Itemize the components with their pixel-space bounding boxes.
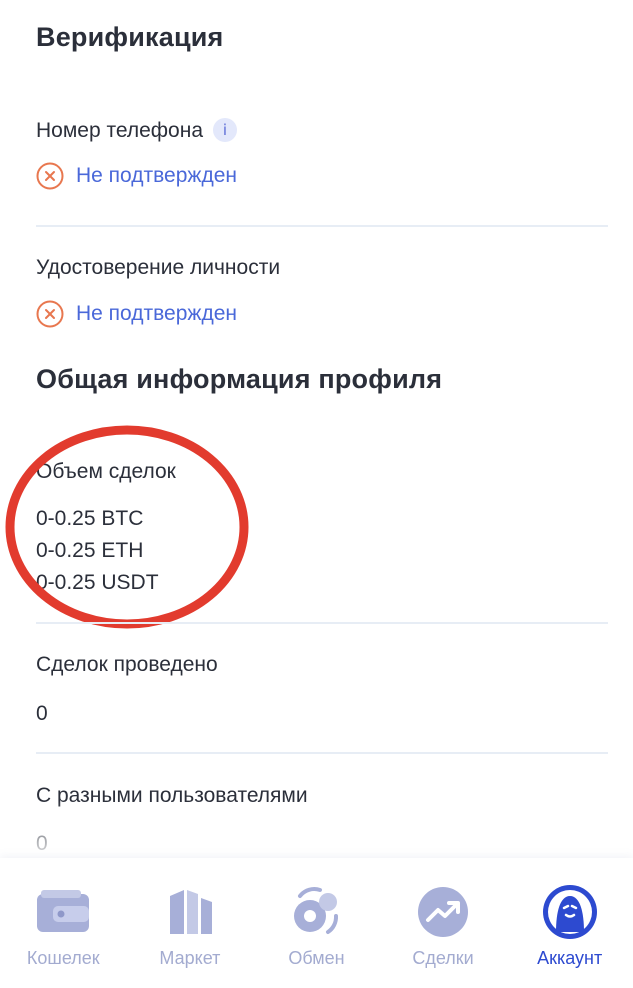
- profile-title: Общая информация профиля: [36, 364, 443, 394]
- bottom-tab-bar: Кошелек Маркет Обмен Сделки Аккаунт: [0, 858, 633, 988]
- avatar-icon: [542, 885, 597, 939]
- phone-status-link[interactable]: Не подтвержден: [76, 164, 237, 188]
- volume-value-usdt: 0-0.25 USDT: [36, 571, 159, 594]
- wallet-icon: [37, 890, 90, 932]
- tab-exchange-label: Обмен: [288, 948, 345, 968]
- tab-deals[interactable]: Сделки: [380, 858, 507, 988]
- deals-value: 0: [36, 702, 48, 725]
- volume-label: Объем сделок: [36, 460, 176, 483]
- tab-wallet[interactable]: Кошелек: [0, 858, 127, 988]
- tab-market-label: Маркет: [159, 948, 221, 968]
- identity-label: Удостоверение личности: [36, 256, 281, 279]
- volume-value-btc: 0-0.25 BTC: [36, 507, 144, 530]
- identity-status-link[interactable]: Не подтвержден: [76, 302, 237, 326]
- phone-label: Номер телефона: [36, 119, 204, 142]
- account-screen: Верификация Номер телефона i Не подтвержд…: [0, 0, 633, 858]
- phone-status[interactable]: Не подтвержден: [36, 162, 237, 190]
- tab-wallet-label: Кошелек: [26, 948, 100, 968]
- tab-account-label: Аккаунт: [537, 948, 603, 968]
- verification-title: Верификация: [36, 22, 224, 52]
- tab-deals-label: Сделки: [412, 948, 474, 968]
- deals-label: Сделок проведено: [36, 653, 218, 676]
- trend-icon: [418, 887, 469, 937]
- divider: [36, 622, 608, 624]
- divider: [36, 752, 608, 754]
- info-icon[interactable]: i: [213, 118, 238, 142]
- scroll-fade: [0, 800, 633, 858]
- tab-exchange[interactable]: Обмен: [253, 858, 380, 988]
- divider: [36, 225, 608, 227]
- identity-status[interactable]: Не подтвержден: [36, 300, 237, 328]
- market-icon: [169, 890, 212, 934]
- volume-value-eth: 0-0.25 ETH: [36, 539, 144, 562]
- exchange-icon: [294, 887, 339, 934]
- tab-market[interactable]: Маркет: [127, 858, 254, 988]
- not-verified-icon: [36, 300, 64, 328]
- not-verified-icon: [36, 162, 64, 190]
- phone-label-row: Номер телефона i: [36, 118, 238, 143]
- tab-account[interactable]: Аккаунт: [506, 858, 633, 988]
